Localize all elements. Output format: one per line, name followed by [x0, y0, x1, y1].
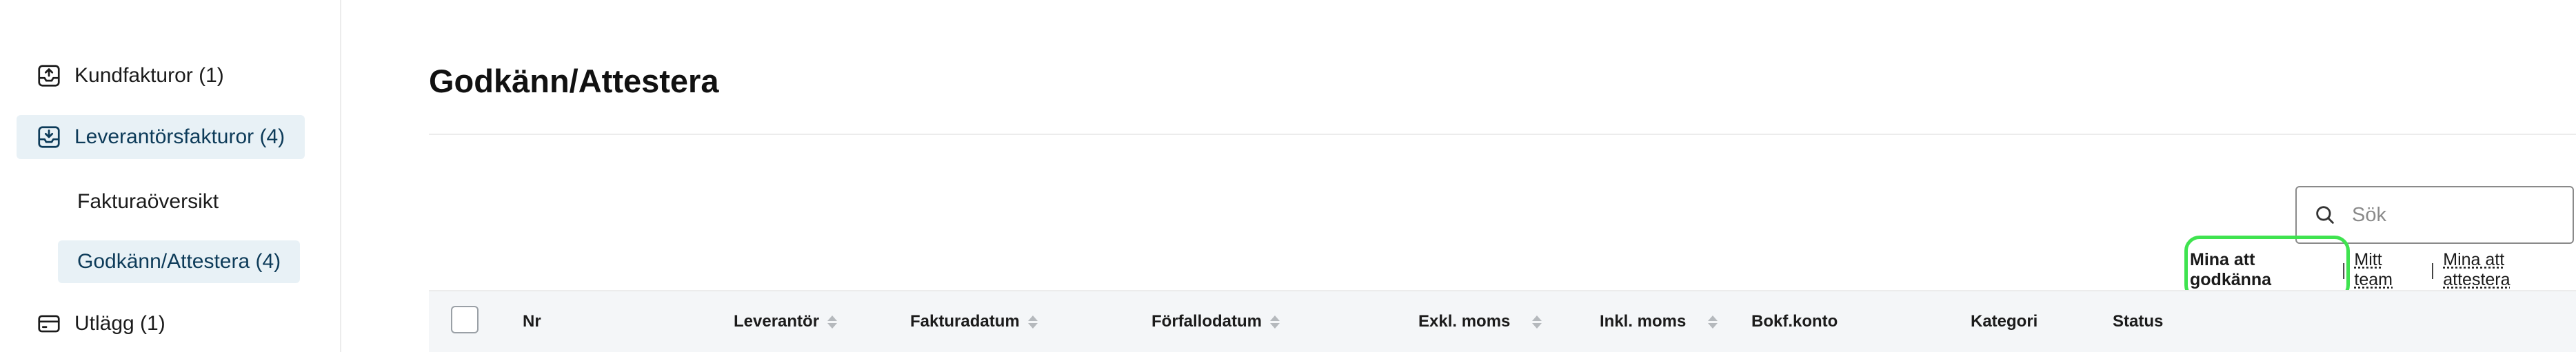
sidebar-item-label: Fakturaöversikt — [77, 190, 219, 213]
sort-icon — [1270, 315, 1280, 329]
sidebar-item-utlagg[interactable]: Utlägg (1) — [36, 309, 165, 339]
search-box[interactable] — [2295, 186, 2574, 244]
column-header-forfallodatum[interactable]: Förfallodatum — [1151, 312, 1280, 331]
column-header-leverantor[interactable]: Leverantör — [734, 312, 838, 331]
filter-mina-att-attestera[interactable]: Mina att attestera — [2437, 250, 2576, 290]
sidebar-subitem-fakturaoversikt[interactable]: Fakturaöversikt — [77, 188, 219, 216]
search-icon — [2316, 206, 2334, 224]
search-input[interactable] — [2351, 203, 2560, 227]
filter-mitt-team[interactable]: Mitt team — [2348, 250, 2427, 290]
column-header-fakturadatum[interactable]: Fakturadatum — [910, 312, 1038, 331]
column-header-inkl-moms[interactable]: Inkl. moms — [1600, 312, 1718, 331]
page-title: Godkänn/Attestera — [429, 63, 719, 99]
inbox-download-icon — [36, 124, 62, 150]
sidebar-item-label: Godkänn/Attestera (4) — [77, 250, 281, 273]
sort-icon — [1532, 315, 1542, 329]
column-header-exkl-moms[interactable]: Exkl. moms — [1418, 312, 1542, 331]
column-header-bokf-konto[interactable]: Bokf.konto — [1751, 312, 1838, 331]
sort-icon — [827, 315, 838, 329]
sidebar-item-leverantorsfakturor[interactable]: Leverantörsfakturor (4) — [17, 115, 305, 159]
sidebar-item-label: Leverantörsfakturor (4) — [74, 125, 285, 148]
select-all-checkbox[interactable] — [451, 306, 479, 333]
filter-separator: | — [2341, 260, 2346, 280]
sidebar-subitem-godkann-attestera[interactable]: Godkänn/Attestera (4) — [58, 240, 300, 283]
filter-mina-att-godkanna[interactable]: Mina att godkänna — [2186, 250, 2339, 290]
filter-bar: Mina att godkänna | Mitt team | Mina att… — [2186, 250, 2576, 289]
column-header-kategori[interactable]: Kategori — [1971, 312, 2037, 331]
sort-icon — [1027, 315, 1038, 329]
table-header: Nr Leverantör Fakturadatum Förfallodatum… — [429, 290, 2576, 352]
sidebar: Kundfakturor (1) Leverantörsfakturor (4)… — [0, 0, 341, 352]
filter-separator: | — [2430, 260, 2435, 280]
column-header-status[interactable]: Status — [2113, 312, 2163, 331]
sort-icon — [1708, 315, 1718, 329]
column-header-nr[interactable]: Nr — [523, 312, 541, 331]
sidebar-item-label: Utlägg (1) — [74, 312, 165, 335]
title-divider — [429, 134, 2576, 135]
card-icon — [36, 311, 62, 337]
inbox-upload-icon — [36, 63, 62, 89]
sidebar-item-kundfakturor[interactable]: Kundfakturor (1) — [36, 61, 224, 91]
sidebar-item-label: Kundfakturor (1) — [74, 64, 224, 87]
